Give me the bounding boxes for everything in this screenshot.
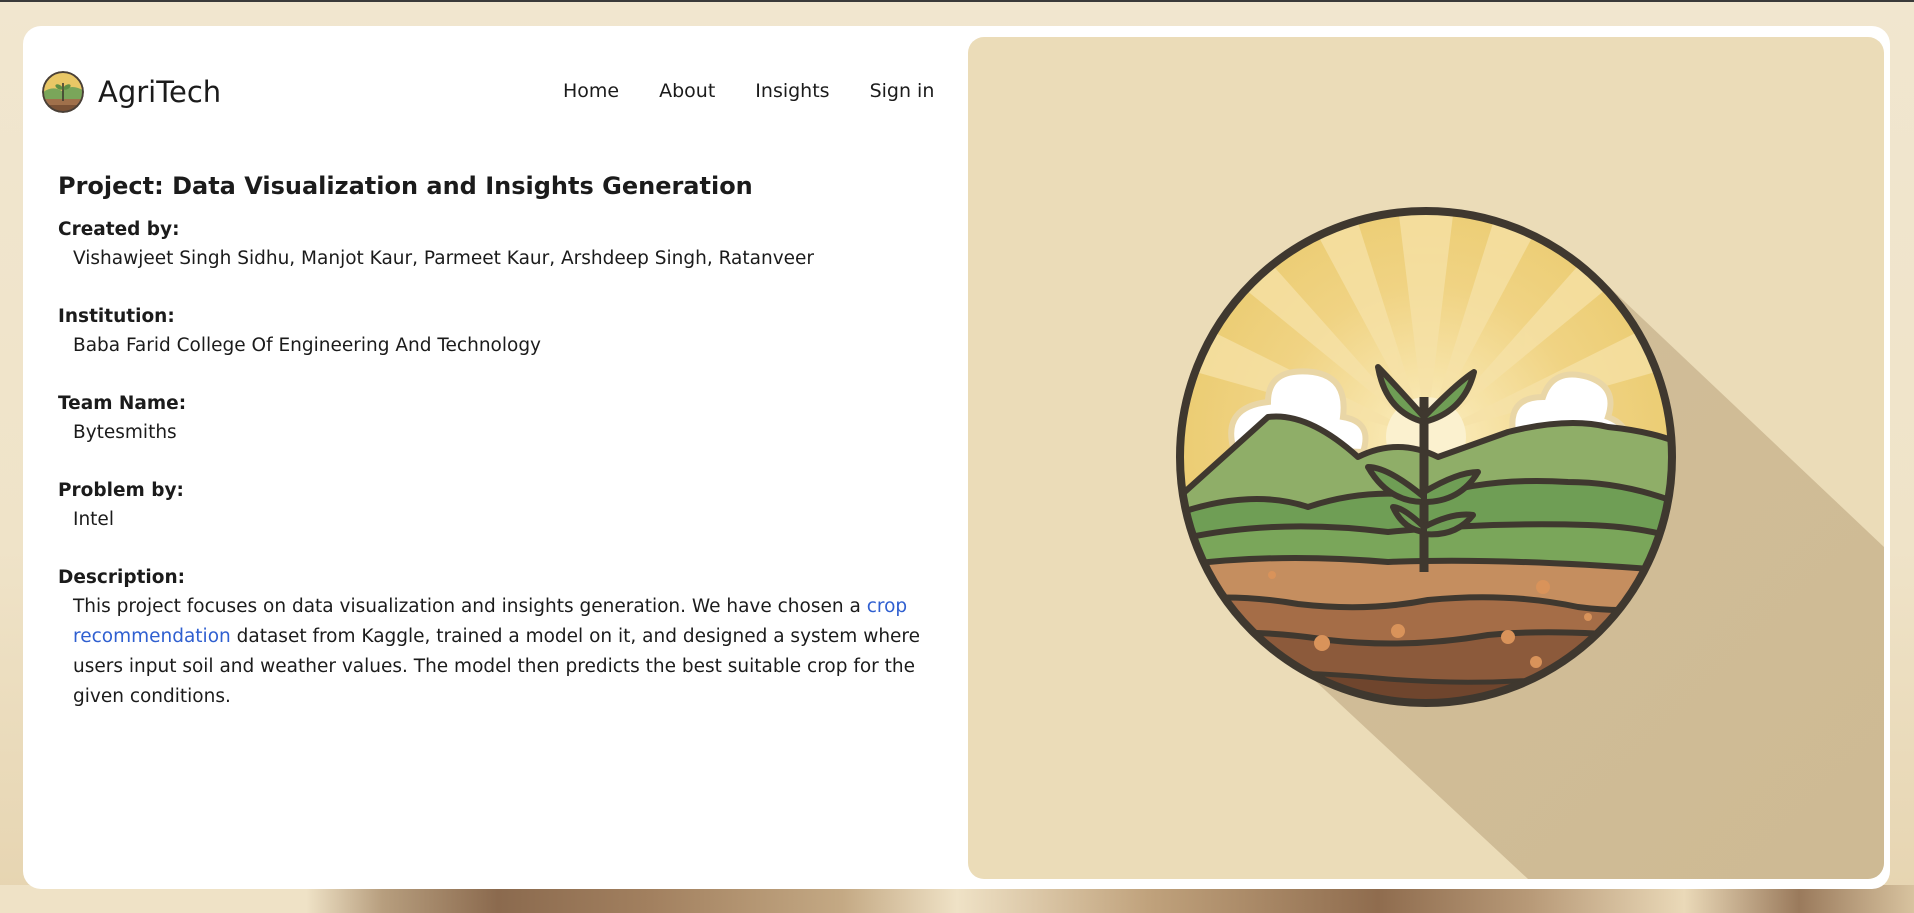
problem-section: Problem by: Intel <box>58 477 938 535</box>
nav-sign-in[interactable]: Sign in <box>870 80 935 102</box>
description-label: Description: <box>58 567 186 588</box>
created-by-section: Created by: Vishawjeet Singh Sidhu, Manj… <box>58 216 938 274</box>
page-title: Project: Data Visualization and Insights… <box>58 172 753 200</box>
team-label: Team Name: <box>58 393 187 414</box>
sprouting-plant-landscape-illustration <box>1176 207 1884 879</box>
created-by-label: Created by: <box>58 219 180 240</box>
main-nav: Home About Insights Sign in <box>563 80 934 102</box>
team-section: Team Name: Bytesmiths <box>58 390 938 448</box>
browser-top-edge <box>0 0 1914 2</box>
team-value: Bytesmiths <box>73 422 177 443</box>
illustration-panel <box>968 37 1884 879</box>
background-bottom-band <box>0 885 1914 913</box>
description-part-1: This project focuses on data visualizati… <box>73 596 867 617</box>
problem-label: Problem by: <box>58 480 184 501</box>
problem-value: Intel <box>73 509 114 530</box>
project-details: Project: Data Visualization and Insights… <box>58 170 938 741</box>
brand-name: AgriTech <box>98 75 222 109</box>
nav-about[interactable]: About <box>659 80 715 102</box>
nav-insights[interactable]: Insights <box>755 80 829 102</box>
description-section: Description: This project focuses on dat… <box>58 564 938 712</box>
description-text: This project focuses on data visualizati… <box>58 592 933 712</box>
brand[interactable]: AgriTech <box>42 71 221 113</box>
agritech-logo-icon <box>42 71 84 113</box>
created-by-value: Vishawjeet Singh Sidhu, Manjot Kaur, Par… <box>73 248 815 269</box>
institution-label: Institution: <box>58 306 175 327</box>
institution-section: Institution: Baba Farid College Of Engin… <box>58 303 938 361</box>
nav-home[interactable]: Home <box>563 80 619 102</box>
institution-value: Baba Farid College Of Engineering And Te… <box>73 335 542 356</box>
